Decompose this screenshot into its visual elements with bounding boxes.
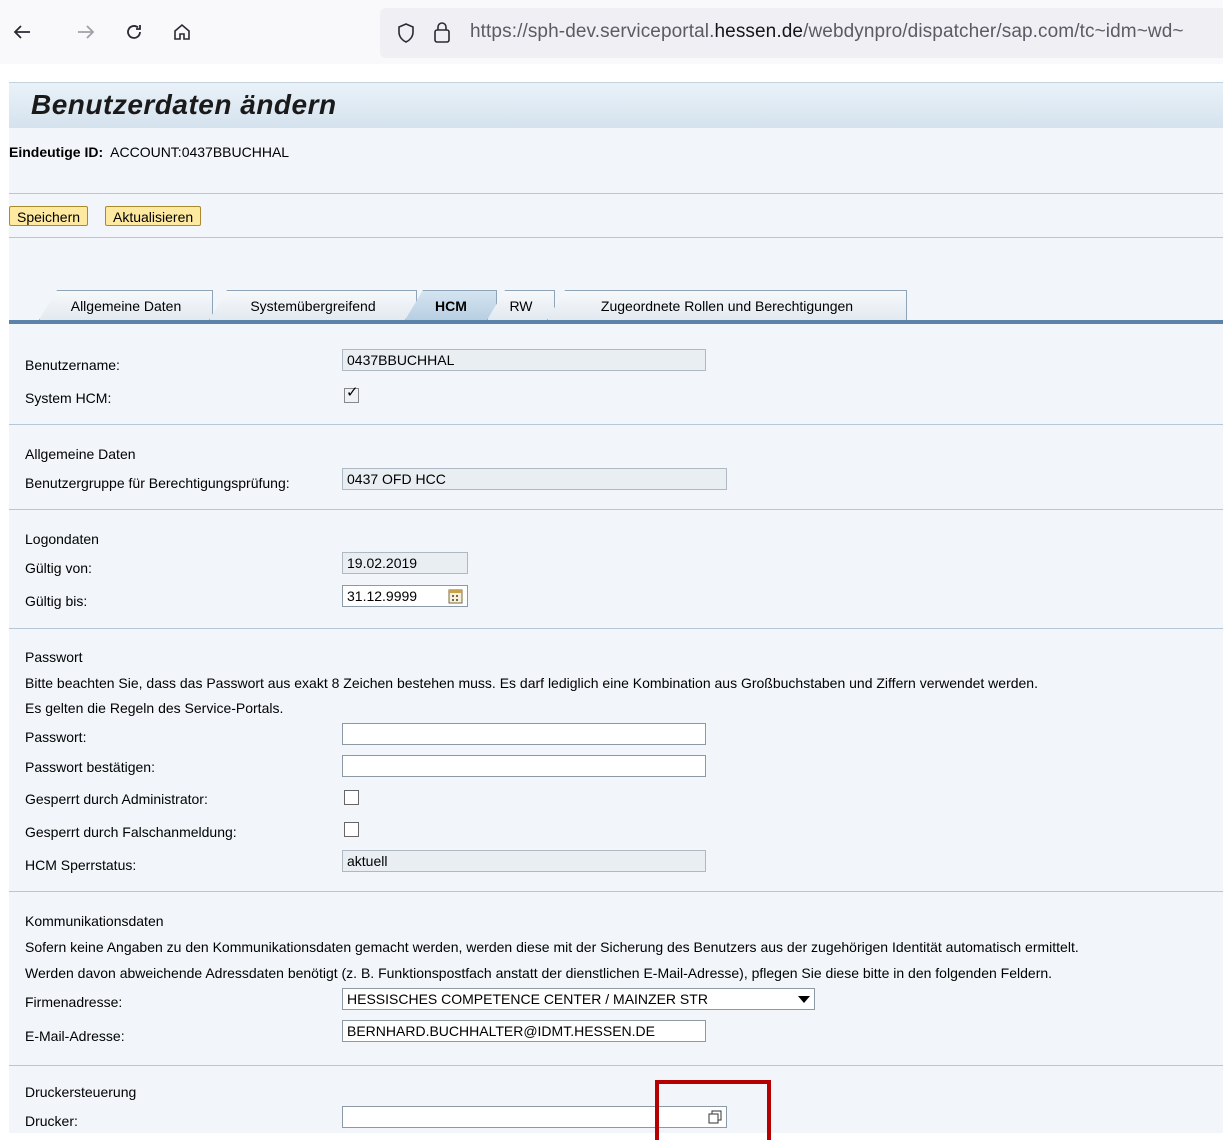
company-address-select[interactable]: HESSISCHES COMPETENCE CENTER / MAINZER S… <box>342 988 815 1010</box>
company-address-label: Firmenadresse: <box>25 994 123 1010</box>
locked-wrong-label: Gesperrt durch Falschanmeldung: <box>25 824 237 840</box>
company-address-value: HESSISCHES COMPETENCE CENTER / MAINZER S… <box>347 991 708 1007</box>
section-divider <box>9 1065 1223 1066</box>
hcm-lock-field: aktuell <box>342 850 706 872</box>
password-hint-2: Es gelten die Regeln des Service-Portals… <box>25 700 284 716</box>
tab-content-hcm: Benutzername: 0437BBUCHHAL System HCM: ✓… <box>9 324 1223 1133</box>
locked-wrong-checkbox[interactable] <box>344 822 359 837</box>
system-hcm-checkbox: ✓ <box>344 384 359 403</box>
unique-id-label: Eindeutige ID: <box>9 144 104 160</box>
section-divider <box>9 891 1223 892</box>
dropdown-arrow-icon[interactable] <box>798 996 810 1004</box>
password-confirm-label: Passwort bestätigen: <box>25 759 155 775</box>
unique-id-row: Eindeutige ID: ACCOUNT:0437BBUCHHAL <box>9 144 289 160</box>
printer-label: Drucker: <box>25 1113 78 1129</box>
checkmark-icon: ✓ <box>346 384 359 401</box>
locked-admin-label: Gesperrt durch Administrator: <box>25 791 208 807</box>
communication-hint-2: Werden davon abweichende Adressdaten ben… <box>25 965 1053 981</box>
annotation-highlight-box <box>655 1080 771 1140</box>
tab-roles-permissions[interactable]: Zugeordnete Rollen und Berechtigungen <box>547 290 907 320</box>
forward-button[interactable] <box>72 18 100 46</box>
general-data-header: Allgemeine Daten <box>25 446 136 462</box>
hcm-lock-label: HCM Sperrstatus: <box>25 857 137 873</box>
password-header: Passwort <box>25 649 83 665</box>
divider <box>9 193 1223 194</box>
home-button[interactable] <box>168 18 196 46</box>
system-hcm-label: System HCM: <box>25 390 112 406</box>
valid-to-field[interactable]: 31.12.9999 <box>342 585 468 607</box>
communication-header: Kommunikationsdaten <box>25 913 164 929</box>
arrow-left-icon <box>13 25 30 39</box>
url-domain: hessen.de <box>714 21 804 42</box>
page-title: Benutzerdaten ändern <box>31 89 337 120</box>
back-button[interactable] <box>8 18 36 46</box>
password-label: Passwort: <box>25 729 87 745</box>
section-divider <box>9 628 1223 629</box>
printer-control-header: Druckersteuerung <box>25 1084 137 1100</box>
locked-admin-checkbox[interactable] <box>344 790 359 805</box>
page-header: Benutzerdaten ändern <box>9 82 1223 129</box>
valid-from-field: 19.02.2019 <box>342 552 468 574</box>
password-hint-1: Bitte beachten Sie, dass das Passwort au… <box>25 675 1038 691</box>
lock-icon[interactable] <box>432 20 452 44</box>
url-text[interactable]: https://sph-dev.serviceportal.hessen.de/… <box>470 21 1184 43</box>
reload-button[interactable] <box>120 18 148 46</box>
password-confirm-input[interactable] <box>342 755 706 777</box>
home-icon <box>174 23 190 40</box>
tab-hcm[interactable]: HCM <box>405 290 497 320</box>
shield-icon[interactable] <box>396 22 416 44</box>
usergroup-label: Benutzergruppe für Berechtigungsprüfung: <box>25 475 290 491</box>
reload-icon <box>127 25 141 39</box>
username-field: 0437BBUCHHAL <box>342 349 706 371</box>
username-label: Benutzername: <box>25 357 120 373</box>
tab-rw[interactable]: RW <box>487 290 555 320</box>
tab-cross-system[interactable]: Systemübergreifend <box>209 290 417 320</box>
section-divider <box>9 424 1223 425</box>
section-divider <box>9 509 1223 510</box>
arrow-right-icon <box>78 25 95 39</box>
tab-general-data[interactable]: Allgemeine Daten <box>39 290 213 320</box>
password-input[interactable] <box>342 723 706 745</box>
url-prefix: https://sph-dev.serviceportal. <box>470 21 715 42</box>
unique-id-value: ACCOUNT:0437BBUCHHAL <box>110 144 290 160</box>
valid-from-label: Gültig von: <box>25 560 92 576</box>
email-label: E-Mail-Adresse: <box>25 1028 125 1044</box>
url-suffix: /webdynpro/dispatcher/sap.com/tc~idm~wd~ <box>803 21 1184 42</box>
tab-strip: Allgemeine Daten Systemübergreifend HCM … <box>9 288 1223 322</box>
url-bar[interactable]: https://sph-dev.serviceportal.hessen.de/… <box>380 8 1223 58</box>
email-input[interactable] <box>342 1020 706 1042</box>
save-button[interactable]: Speichern <box>9 206 89 226</box>
valid-to-label: Gültig bis: <box>25 593 88 609</box>
communication-hint-1: Sofern keine Angaben zu den Kommunikatio… <box>25 939 1079 955</box>
browser-toolbar: https://sph-dev.serviceportal.hessen.de/… <box>0 0 1223 64</box>
main-area: Eindeutige ID: ACCOUNT:0437BBUCHHAL Spei… <box>9 128 1223 1133</box>
calendar-icon[interactable] <box>448 588 464 604</box>
logon-data-header: Logondaten <box>25 531 99 547</box>
usergroup-field: 0437 OFD HCC <box>342 468 727 490</box>
divider <box>9 237 1223 238</box>
refresh-button[interactable]: Aktualisieren <box>105 206 202 226</box>
valid-to-value: 31.12.9999 <box>347 588 418 604</box>
